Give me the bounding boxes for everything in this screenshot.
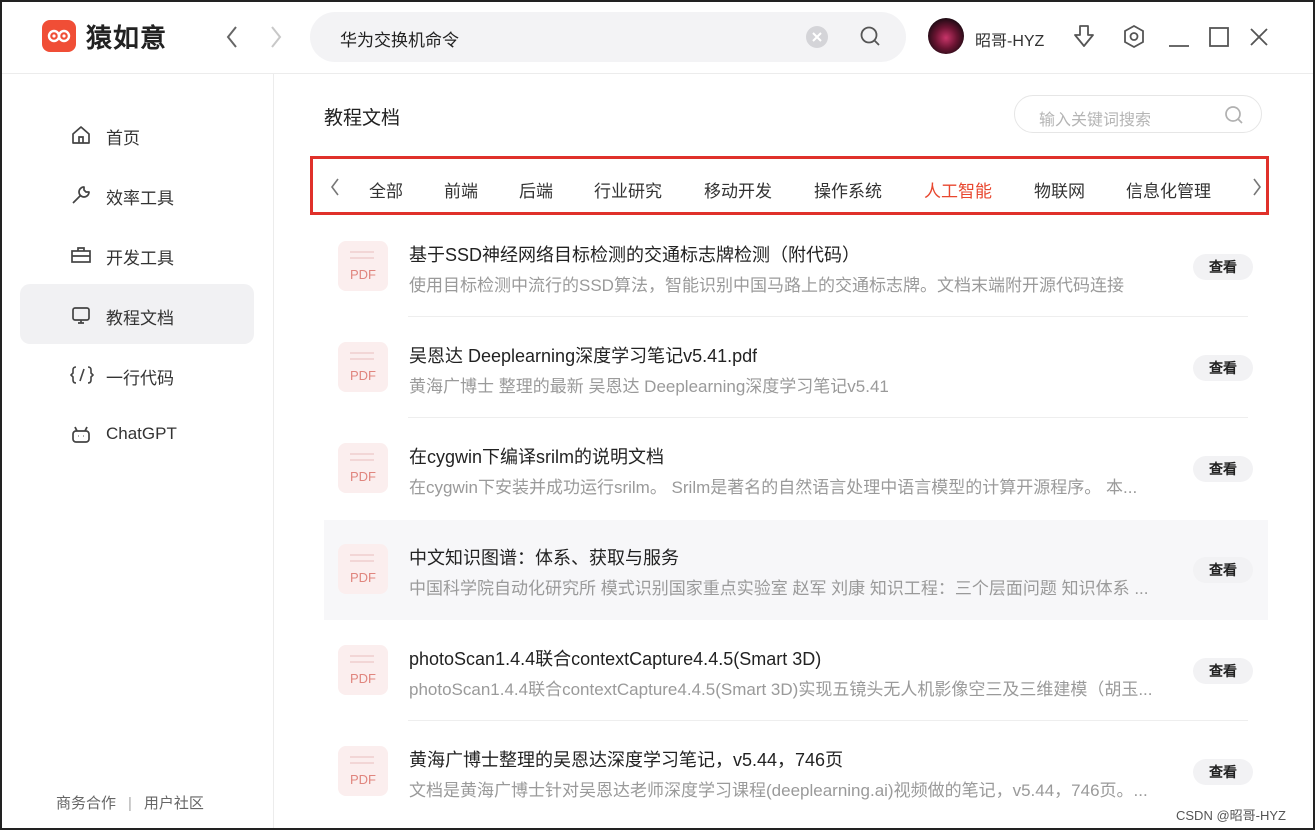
doc-title[interactable]: 基于SSD神经网络目标检测的交通标志牌检测（附代码） xyxy=(409,241,860,267)
code-braces-icon xyxy=(69,364,95,386)
sidebar-item-label: 一行代码 xyxy=(106,369,174,388)
app-name: 猿如意 xyxy=(86,23,168,53)
doc-list-item[interactable]: PDF 中文知识图谱：体系、获取与服务 中国科学院自动化研究所 模式识别国家重点… xyxy=(324,520,1268,620)
minimize-icon[interactable] xyxy=(1168,35,1190,53)
doc-list-item[interactable]: PDF 在cygwin下编译srilm的说明文档 在cygwin下安装并成功运行… xyxy=(324,419,1268,519)
user-community-link[interactable]: 用户社区 xyxy=(144,795,204,812)
pdf-file-icon: PDF xyxy=(338,645,388,695)
doc-description: 使用目标检测中流行的SSD算法，智能识别中国马路上的交通标志牌。文档末端附开源代… xyxy=(409,276,1124,295)
tab-frontend[interactable]: 前端 xyxy=(444,177,478,202)
tab-info-management[interactable]: 信息化管理 xyxy=(1126,177,1211,202)
page-title: 教程文档 xyxy=(324,108,401,129)
tab-mobile-dev[interactable]: 移动开发 xyxy=(704,177,772,202)
sidebar-item-home[interactable]: 首页 xyxy=(20,104,254,164)
divider xyxy=(408,417,1248,418)
view-button[interactable]: 查看 xyxy=(1193,557,1253,583)
view-button[interactable]: 查看 xyxy=(1193,658,1253,684)
divider xyxy=(408,316,1248,317)
sidebar-item-label: 开发工具 xyxy=(106,249,174,268)
pdf-file-icon: PDF xyxy=(338,443,388,493)
doc-title[interactable]: photoScan1.4.4联合contextCapture4.4.5(Smar… xyxy=(409,645,821,671)
close-icon[interactable] xyxy=(1249,27,1269,52)
doc-description: 黄海广博士 整理的最新 吴恩达 Deeplearning深度学习笔记v5.41 xyxy=(409,377,889,396)
avatar[interactable] xyxy=(928,18,964,54)
document-screen-icon xyxy=(70,304,92,326)
tabs-prev-arrow-icon[interactable] xyxy=(329,177,341,202)
doc-description: 中国科学院自动化研究所 模式识别国家重点实验室 赵军 刘康 知识工程：三个层面问… xyxy=(409,579,1149,598)
sidebar-item-dev-tools[interactable]: 开发工具 xyxy=(20,224,254,284)
robot-icon xyxy=(70,424,92,446)
doc-list-item[interactable]: PDF photoScan1.4.4联合contextCapture4.4.5(… xyxy=(324,621,1268,721)
maximize-icon[interactable] xyxy=(1209,27,1229,52)
pdf-file-icon: PDF xyxy=(338,544,388,594)
pdf-file-icon: PDF xyxy=(338,746,388,796)
tab-all[interactable]: 全部 xyxy=(369,177,403,202)
doc-list-item[interactable]: PDF 基于SSD神经网络目标检测的交通标志牌检测（附代码） 使用目标检测中流行… xyxy=(324,217,1268,317)
wrench-icon xyxy=(70,184,92,206)
footer-separator: | xyxy=(128,795,132,812)
doc-title[interactable]: 吴恩达 Deeplearning深度学习笔记v5.41.pdf xyxy=(409,342,757,368)
app-window: 猿如意 华为交换机命令 昭哥-HYZ 首页 效率工具 开发工具 教程文档 一行代… xyxy=(0,0,1315,830)
pdf-file-icon: PDF xyxy=(338,342,388,392)
home-icon xyxy=(70,124,92,146)
tab-backend[interactable]: 后端 xyxy=(519,177,553,202)
sidebar-footer: 商务合作 | 用户社区 xyxy=(56,792,204,813)
keyword-search-field[interactable]: 输入关键词搜索 xyxy=(1014,95,1262,133)
divider xyxy=(408,720,1248,721)
view-button[interactable]: 查看 xyxy=(1193,759,1253,785)
pdf-file-icon: PDF xyxy=(338,241,388,291)
clear-search-icon[interactable] xyxy=(806,26,828,48)
sidebar-item-label: ChatGPT xyxy=(106,424,177,443)
app-logo-icon xyxy=(42,20,76,52)
global-search-input[interactable]: 华为交换机命令 xyxy=(340,26,459,51)
tab-artificial-intelligence[interactable]: 人工智能 xyxy=(924,177,992,202)
back-arrow-icon[interactable] xyxy=(222,24,244,50)
tab-industry-research[interactable]: 行业研究 xyxy=(594,177,662,202)
sidebar: 首页 效率工具 开发工具 教程文档 一行代码 ChatGPT 商务合作 | 用户… xyxy=(2,74,274,828)
keyword-search-placeholder[interactable]: 输入关键词搜索 xyxy=(1039,106,1151,130)
sidebar-item-one-line-code[interactable]: 一行代码 xyxy=(20,344,254,404)
user-name[interactable]: 昭哥-HYZ xyxy=(975,27,1044,51)
view-button[interactable]: 查看 xyxy=(1193,355,1253,381)
doc-list-item[interactable]: PDF 吴恩达 Deeplearning深度学习笔记v5.41.pdf 黄海广博… xyxy=(324,318,1268,418)
sidebar-item-label: 效率工具 xyxy=(106,189,174,208)
view-button[interactable]: 查看 xyxy=(1193,254,1253,280)
business-cooperation-link[interactable]: 商务合作 xyxy=(56,795,116,812)
category-tabs: 全部 前端 后端 行业研究 移动开发 操作系统 人工智能 物联网 信息化管理 xyxy=(310,156,1269,215)
download-icon[interactable] xyxy=(1072,24,1096,55)
view-button[interactable]: 查看 xyxy=(1193,456,1253,482)
doc-description: 文档是黄海广博士针对吴恩达老师深度学习课程(deeplearning.ai)视频… xyxy=(409,781,1148,800)
doc-description: photoScan1.4.4联合contextCapture4.4.5(Smar… xyxy=(409,680,1153,699)
search-icon[interactable] xyxy=(1223,104,1245,131)
global-search-bar[interactable]: 华为交换机命令 xyxy=(310,12,906,62)
forward-arrow-icon[interactable] xyxy=(264,24,286,50)
tab-iot[interactable]: 物联网 xyxy=(1034,177,1085,202)
tabs-next-arrow-icon[interactable] xyxy=(1251,177,1263,202)
csdn-watermark: CSDN @昭哥-HYZ xyxy=(1176,808,1286,823)
doc-title[interactable]: 在cygwin下编译srilm的说明文档 xyxy=(409,443,664,469)
search-icon[interactable] xyxy=(859,25,881,54)
tab-operating-system[interactable]: 操作系统 xyxy=(814,177,882,202)
title-bar: 猿如意 华为交换机命令 昭哥-HYZ xyxy=(2,2,1313,74)
sidebar-item-tutorial-docs[interactable]: 教程文档 xyxy=(20,284,254,344)
doc-title[interactable]: 中文知识图谱：体系、获取与服务 xyxy=(409,544,679,570)
settings-icon[interactable] xyxy=(1122,24,1146,55)
sidebar-item-chatgpt[interactable]: ChatGPT xyxy=(20,404,254,464)
doc-title[interactable]: 黄海广博士整理的吴恩达深度学习笔记，v5.44，746页 xyxy=(409,746,843,772)
doc-description: 在cygwin下安装并成功运行srilm。 Srilm是著名的自然语言处理中语言… xyxy=(409,478,1138,497)
sidebar-item-efficiency-tools[interactable]: 效率工具 xyxy=(20,164,254,224)
doc-list-item[interactable]: PDF 黄海广博士整理的吴恩达深度学习笔记，v5.44，746页 文档是黄海广博… xyxy=(324,722,1268,822)
sidebar-item-label: 首页 xyxy=(106,129,140,148)
sidebar-item-label: 教程文档 xyxy=(106,309,174,328)
toolbox-icon xyxy=(70,244,92,266)
